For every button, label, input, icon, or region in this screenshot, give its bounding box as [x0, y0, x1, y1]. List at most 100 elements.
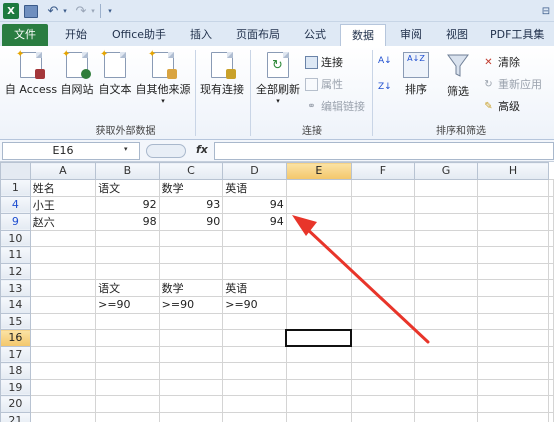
cell-a13[interactable]: [29, 279, 97, 297]
window-control-icon[interactable]: ⊟: [538, 3, 554, 19]
row-header[interactable]: 9: [0, 212, 31, 231]
cell-b1[interactable]: 语文: [95, 178, 160, 197]
row-header[interactable]: 15: [0, 312, 31, 330]
cell-a1[interactable]: 姓名: [29, 178, 97, 197]
from-web-button[interactable]: ✦ 自网站: [58, 49, 96, 97]
row-header[interactable]: 1: [0, 178, 31, 197]
cell-b4[interactable]: 92: [95, 195, 160, 214]
cell-a16[interactable]: [29, 329, 97, 347]
cell-h19[interactable]: [477, 378, 549, 396]
cell-c17[interactable]: [158, 345, 224, 363]
cell-a11[interactable]: [29, 246, 97, 264]
cell-d9[interactable]: 94: [222, 212, 287, 231]
cell-c16[interactable]: [158, 329, 224, 347]
row-header[interactable]: 19: [0, 378, 31, 396]
from-access-button[interactable]: ✦ 自 Access: [4, 49, 58, 97]
cell-b17[interactable]: [95, 345, 160, 363]
cell-g14[interactable]: [413, 296, 479, 314]
excel-app-icon[interactable]: X: [3, 3, 19, 19]
cell-h9[interactable]: [477, 212, 549, 231]
cell-empty[interactable]: [548, 345, 554, 363]
cell-e17[interactable]: [285, 345, 352, 363]
cell-empty[interactable]: [548, 195, 554, 214]
tab-formulas[interactable]: 公式: [296, 24, 334, 46]
cell-f11[interactable]: [350, 246, 415, 264]
cell-f15[interactable]: [350, 312, 415, 330]
cell-d20[interactable]: [222, 395, 287, 413]
tab-page-layout[interactable]: 页面布局: [228, 24, 288, 46]
cell-c18[interactable]: [158, 362, 224, 380]
cell-empty[interactable]: [548, 229, 554, 247]
cell-d12[interactable]: [222, 262, 287, 280]
cell-g20[interactable]: [413, 395, 479, 413]
from-text-button[interactable]: ✦ 自文本: [96, 49, 134, 97]
cell-empty[interactable]: [548, 279, 554, 297]
tab-office-helper[interactable]: Office助手: [106, 24, 172, 46]
cell-h13[interactable]: [477, 279, 549, 297]
cell-g16[interactable]: [413, 329, 479, 347]
clear-filter-button[interactable]: ✕ 清除: [482, 54, 520, 70]
cell-h15[interactable]: [477, 312, 549, 330]
cell-a14[interactable]: [29, 296, 97, 314]
cell-h21[interactable]: [477, 411, 549, 422]
tab-home[interactable]: 开始: [56, 24, 96, 46]
refresh-all-button[interactable]: ↻ 全部刷新 ▾: [253, 52, 303, 105]
cell-e12[interactable]: [285, 262, 352, 280]
cell-g18[interactable]: [413, 362, 479, 380]
row-header[interactable]: 18: [0, 362, 31, 380]
cell-a15[interactable]: [29, 312, 97, 330]
cell-f18[interactable]: [350, 362, 415, 380]
cell-h10[interactable]: [477, 229, 549, 247]
cell-h14[interactable]: [477, 296, 549, 314]
cell-c15[interactable]: [158, 312, 224, 330]
cell-a12[interactable]: [29, 262, 97, 280]
cell-b12[interactable]: [95, 262, 160, 280]
cell-f17[interactable]: [350, 345, 415, 363]
cell-b20[interactable]: [95, 395, 160, 413]
cell-e14[interactable]: [285, 296, 352, 314]
cell-h17[interactable]: [477, 345, 549, 363]
cell-empty[interactable]: [548, 378, 554, 396]
row-header[interactable]: 20: [0, 395, 31, 413]
cell-empty[interactable]: [548, 312, 554, 330]
cell-h18[interactable]: [477, 362, 549, 380]
cell-f20[interactable]: [350, 395, 415, 413]
sort-button[interactable]: A↓Z 排序: [398, 52, 434, 97]
cell-h4[interactable]: [477, 195, 549, 214]
cell-f13[interactable]: [350, 279, 415, 297]
cell-b16[interactable]: [95, 329, 160, 347]
existing-connections-button[interactable]: 现有连接: [197, 52, 247, 97]
cell-c1[interactable]: 数学: [158, 178, 224, 197]
tab-pdf-tools[interactable]: PDF工具集: [484, 24, 554, 46]
cell-d18[interactable]: [222, 362, 287, 380]
cell-c14[interactable]: >=90: [158, 296, 224, 314]
redo-dropdown-icon[interactable]: ▾: [89, 3, 97, 19]
cell-g21[interactable]: [413, 411, 479, 422]
cell-g13[interactable]: [413, 279, 479, 297]
cell-h1[interactable]: [477, 178, 549, 197]
cell-f16[interactable]: [350, 329, 415, 347]
customize-quick-access-icon[interactable]: ▾: [105, 3, 115, 19]
cell-b18[interactable]: [95, 362, 160, 380]
cell-e21[interactable]: [285, 411, 352, 422]
cell-c21[interactable]: [158, 411, 224, 422]
cell-f10[interactable]: [350, 229, 415, 247]
row-header[interactable]: 17: [0, 345, 31, 363]
save-icon[interactable]: [24, 5, 38, 18]
row-header[interactable]: 21: [0, 411, 31, 422]
cell-empty[interactable]: [548, 262, 554, 280]
formula-input[interactable]: [214, 142, 554, 160]
cell-a10[interactable]: [29, 229, 97, 247]
cell-c11[interactable]: [158, 246, 224, 264]
cell-d11[interactable]: [222, 246, 287, 264]
cell-f12[interactable]: [350, 262, 415, 280]
row-header[interactable]: 11: [0, 246, 31, 264]
tab-file[interactable]: 文件: [2, 24, 48, 46]
cell-empty[interactable]: [548, 411, 554, 422]
column-header-h[interactable]: H: [477, 162, 549, 180]
cell-e13[interactable]: [285, 279, 352, 297]
cell-e15[interactable]: [285, 312, 352, 330]
cell-a17[interactable]: [29, 345, 97, 363]
cell-empty[interactable]: [548, 395, 554, 413]
cell-g19[interactable]: [413, 378, 479, 396]
